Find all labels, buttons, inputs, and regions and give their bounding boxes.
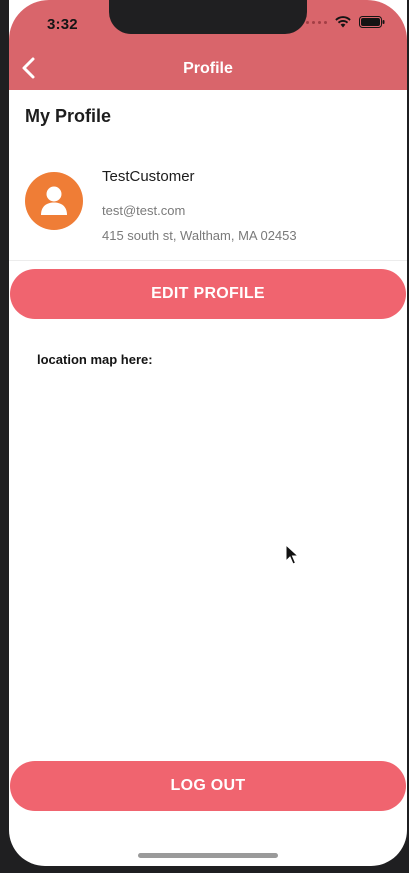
- logout-button[interactable]: LOG OUT: [10, 761, 406, 811]
- device-frame: 3:32 Profile My Profile TestCustomer tes…: [0, 0, 409, 873]
- profile-email: test@test.com: [102, 203, 186, 218]
- app-screen: 3:32 Profile My Profile TestCustomer tes…: [9, 0, 407, 866]
- battery-icon: [359, 16, 385, 28]
- user-icon: [41, 186, 67, 215]
- signal-dots-icon: [306, 20, 327, 24]
- device-notch: [109, 0, 307, 34]
- map-label: location map here:: [37, 352, 153, 367]
- status-icons: [306, 16, 385, 28]
- mouse-cursor-icon: [285, 543, 300, 571]
- profile-name: TestCustomer: [102, 168, 195, 185]
- wifi-icon: [335, 16, 351, 28]
- divider: [9, 260, 407, 261]
- top-navigation-bar: 3:32 Profile: [9, 0, 407, 90]
- page-title: Profile: [183, 60, 233, 77]
- section-title: My Profile: [25, 106, 112, 126]
- status-time: 3:32: [47, 16, 78, 33]
- profile-address: 415 south st, Waltham, MA 02453: [102, 228, 297, 243]
- location-map[interactable]: [37, 376, 379, 746]
- home-indicator: [138, 853, 278, 858]
- edit-profile-button[interactable]: EDIT PROFILE: [10, 269, 406, 319]
- avatar: [25, 172, 83, 230]
